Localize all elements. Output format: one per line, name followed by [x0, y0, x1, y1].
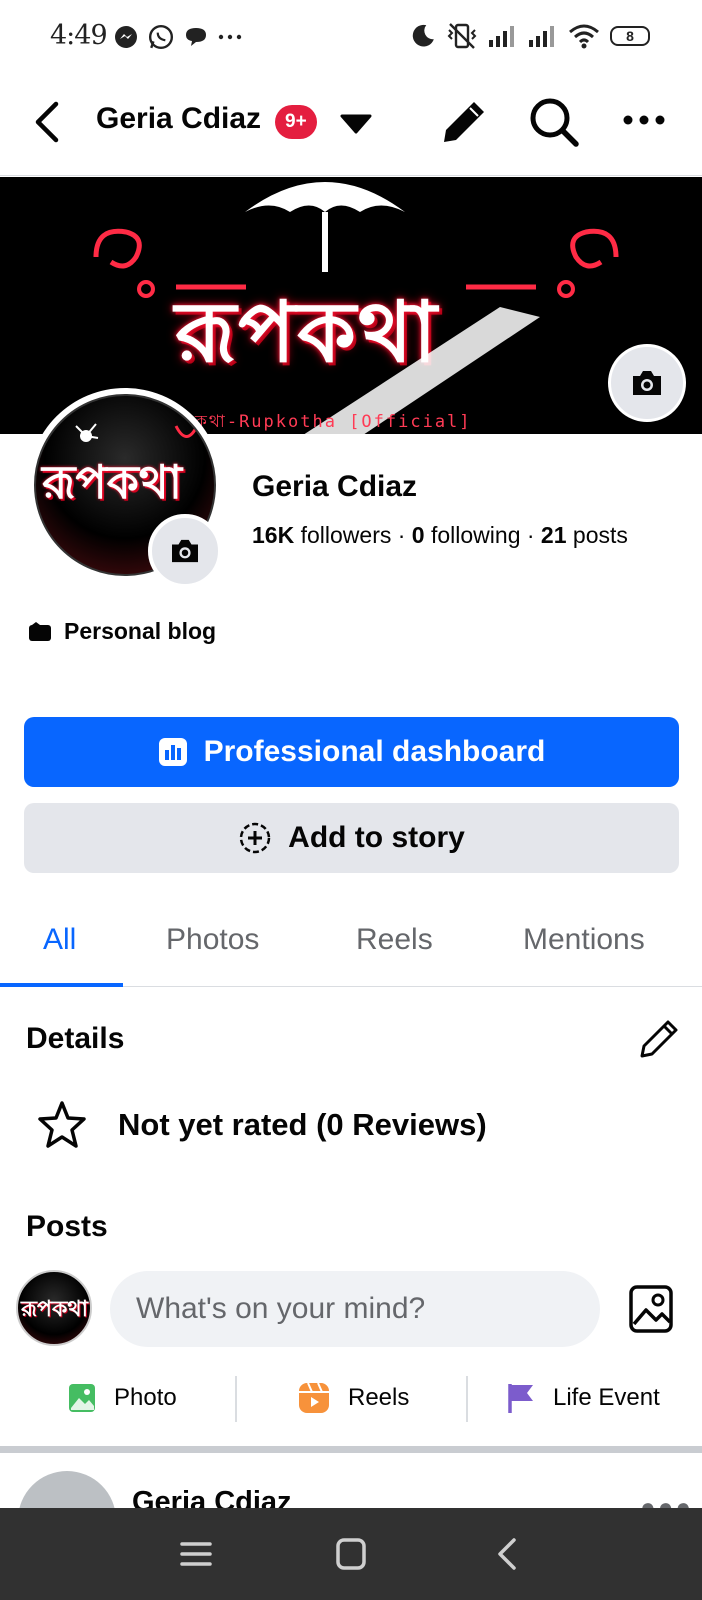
wifi-icon: [569, 24, 599, 49]
page-header: Geria Cdiaz 9+: [0, 80, 702, 176]
professional-dashboard-label: Professional dashboard: [203, 735, 546, 768]
following-count[interactable]: 0: [412, 522, 425, 548]
category-label: Personal blog: [64, 618, 217, 644]
flag-icon: [508, 1384, 533, 1413]
composer-avatar-brand: রূপকথা: [21, 1296, 88, 1322]
battery-icon: 8: [610, 26, 650, 46]
messenger-icon: [115, 26, 137, 48]
edit-pencil-icon[interactable]: [440, 98, 488, 146]
post-card-preview[interactable]: Geria Cdiaz ●●●: [0, 1456, 702, 1508]
reels-action-button[interactable]: Reels: [298, 1374, 409, 1422]
status-system-icons: 8: [410, 22, 650, 50]
search-icon[interactable]: [528, 96, 580, 148]
system-back-icon[interactable]: [488, 1536, 528, 1572]
cover-subtitle: কথা-Rupkotha [Official]: [195, 412, 472, 432]
active-tab-indicator: [0, 983, 123, 987]
professional-dashboard-button[interactable]: Professional dashboard: [24, 717, 679, 787]
moon-icon: [412, 24, 434, 47]
life-event-action-button[interactable]: Life Event: [507, 1374, 660, 1422]
composer-quick-actions: Photo Reels Life Event: [0, 1374, 702, 1424]
rating-row[interactable]: Not yet rated (0 Reviews): [36, 1100, 487, 1150]
profile-switcher-caret-icon[interactable]: [338, 108, 374, 138]
profile-name: Geria Cdiaz: [252, 470, 418, 503]
camera-icon: [633, 371, 661, 395]
avatar-camera-button[interactable]: [148, 514, 222, 588]
followers-label[interactable]: followers ·: [294, 522, 412, 548]
back-button[interactable]: [28, 98, 68, 146]
cover-camera-button[interactable]: [608, 344, 686, 422]
post-author-avatar[interactable]: [18, 1471, 116, 1508]
status-bar: 4:49 8: [0, 0, 702, 78]
life-event-action-label: Life Event: [553, 1384, 660, 1411]
post-more-options-icon[interactable]: ●●●: [640, 1492, 693, 1508]
category-icon: [29, 621, 51, 641]
whats-on-your-mind-input[interactable]: What's on your mind?: [110, 1271, 600, 1347]
tab-photos[interactable]: Photos: [166, 923, 259, 957]
camera-icon: [172, 539, 198, 563]
posts-heading: Posts: [26, 1210, 108, 1243]
posts-count: 21: [540, 522, 567, 548]
signal-icon: [529, 26, 554, 47]
status-notification-icons: [114, 24, 242, 50]
tab-all[interactable]: All: [43, 923, 76, 957]
photo-action-button[interactable]: Photo: [68, 1374, 177, 1422]
composer-placeholder: What's on your mind?: [136, 1292, 426, 1325]
posts-label: posts: [566, 522, 628, 548]
chat-bubble-icon: [186, 28, 206, 46]
divider: [466, 1376, 468, 1422]
mute-vibrate-icon: [447, 23, 477, 49]
composer-avatar[interactable]: রূপকথা: [16, 1270, 92, 1346]
add-photo-icon[interactable]: [628, 1284, 674, 1334]
status-time: 4:49: [50, 20, 108, 51]
photo-icon: [69, 1384, 95, 1412]
avatar-brand-text: রূপকথা: [42, 455, 183, 509]
recent-apps-icon[interactable]: [176, 1536, 216, 1572]
profile-stats: 16K followers · 0 following · 21 posts: [252, 522, 628, 549]
more-options-icon[interactable]: [620, 100, 668, 140]
reels-icon: [299, 1382, 329, 1413]
rating-text: Not yet rated (0 Reviews): [118, 1107, 487, 1142]
post-author-name[interactable]: Geria Cdiaz: [132, 1486, 292, 1508]
whatsapp-icon: [148, 24, 174, 50]
dashboard-icon: [158, 738, 187, 766]
section-separator: [0, 1446, 702, 1453]
add-to-story-button[interactable]: Add to story: [24, 803, 679, 873]
add-to-story-label: Add to story: [288, 821, 465, 854]
profile-tabs: All Photos Reels Mentions: [0, 905, 702, 987]
divider: [235, 1376, 237, 1422]
following-label[interactable]: following ·: [425, 522, 541, 548]
photo-action-label: Photo: [114, 1384, 177, 1411]
details-heading: Details: [26, 1022, 125, 1055]
add-circle-icon: [239, 822, 271, 854]
signal-icon: [489, 26, 514, 47]
tab-reels[interactable]: Reels: [356, 923, 433, 957]
followers-count[interactable]: 16K: [252, 522, 294, 548]
page-title[interactable]: Geria Cdiaz: [96, 102, 261, 136]
star-icon: [38, 1101, 86, 1148]
edit-details-icon[interactable]: [638, 1018, 680, 1060]
profile-category: Personal blog: [28, 618, 216, 645]
tab-mentions[interactable]: Mentions: [523, 923, 645, 957]
system-navigation-bar: [0, 1508, 702, 1600]
more-dots-icon: [218, 34, 242, 40]
home-icon[interactable]: [331, 1536, 371, 1572]
notification-badge[interactable]: 9+: [275, 105, 317, 139]
reels-action-label: Reels: [348, 1384, 410, 1411]
